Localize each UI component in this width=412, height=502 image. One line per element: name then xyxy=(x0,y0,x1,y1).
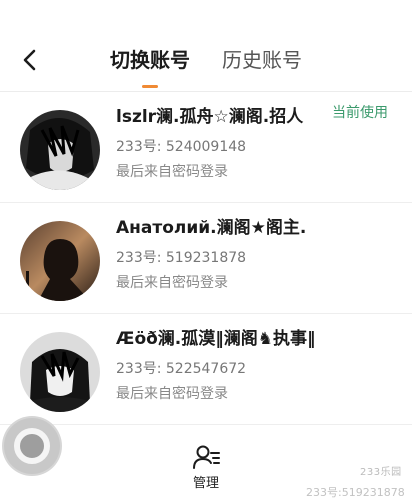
tab-switch-account[interactable]: 切换账号 xyxy=(110,46,190,74)
watermark-logo: 233乐园 xyxy=(360,467,402,478)
account-uid: 233号: 519231878 xyxy=(116,250,247,266)
tab-indicator xyxy=(142,85,158,88)
account-name: Анатолий.澜阁★阁主. xyxy=(116,218,307,238)
tab-history-account[interactable]: 历史账号 xyxy=(222,46,302,74)
account-uid: 233号: 524009148 xyxy=(116,139,247,155)
account-item[interactable]: Æöð澜.孤漠‖澜阁♞执事‖ 233号: 522547672 最后来自密码登录 xyxy=(0,314,412,424)
manage-button[interactable]: 管理 xyxy=(186,444,226,496)
account-uid: 233号: 522547672 xyxy=(116,361,247,377)
floating-assist-button[interactable] xyxy=(4,418,60,474)
account-item[interactable]: lszlr澜.孤舟☆澜阁.招人 233号: 524009148 最后来自密码登录… xyxy=(0,92,412,202)
row-divider xyxy=(0,424,412,425)
login-method: 最后来自密码登录 xyxy=(116,275,228,291)
header: 切换账号 历史账号 xyxy=(0,0,412,92)
login-method: 最后来自密码登录 xyxy=(116,164,228,180)
avatar xyxy=(20,221,100,301)
current-use-badge: 当前使用 xyxy=(332,105,388,121)
user-list-icon xyxy=(193,445,220,469)
back-arrow-icon[interactable] xyxy=(16,46,44,74)
account-name: Æöð澜.孤漠‖澜阁♞执事‖ xyxy=(116,329,316,349)
account-name: lszlr澜.孤舟☆澜阁.招人 xyxy=(116,107,304,127)
watermark-text: 233号:519231878 xyxy=(306,486,405,499)
manage-label: 管理 xyxy=(192,476,219,491)
login-method: 最后来自密码登录 xyxy=(116,386,228,402)
account-item[interactable]: Анатолий.澜阁★阁主. 233号: 519231878 最后来自密码登录 xyxy=(0,203,412,313)
avatar xyxy=(20,332,100,412)
avatar xyxy=(20,110,100,190)
ring-icon xyxy=(14,428,50,464)
